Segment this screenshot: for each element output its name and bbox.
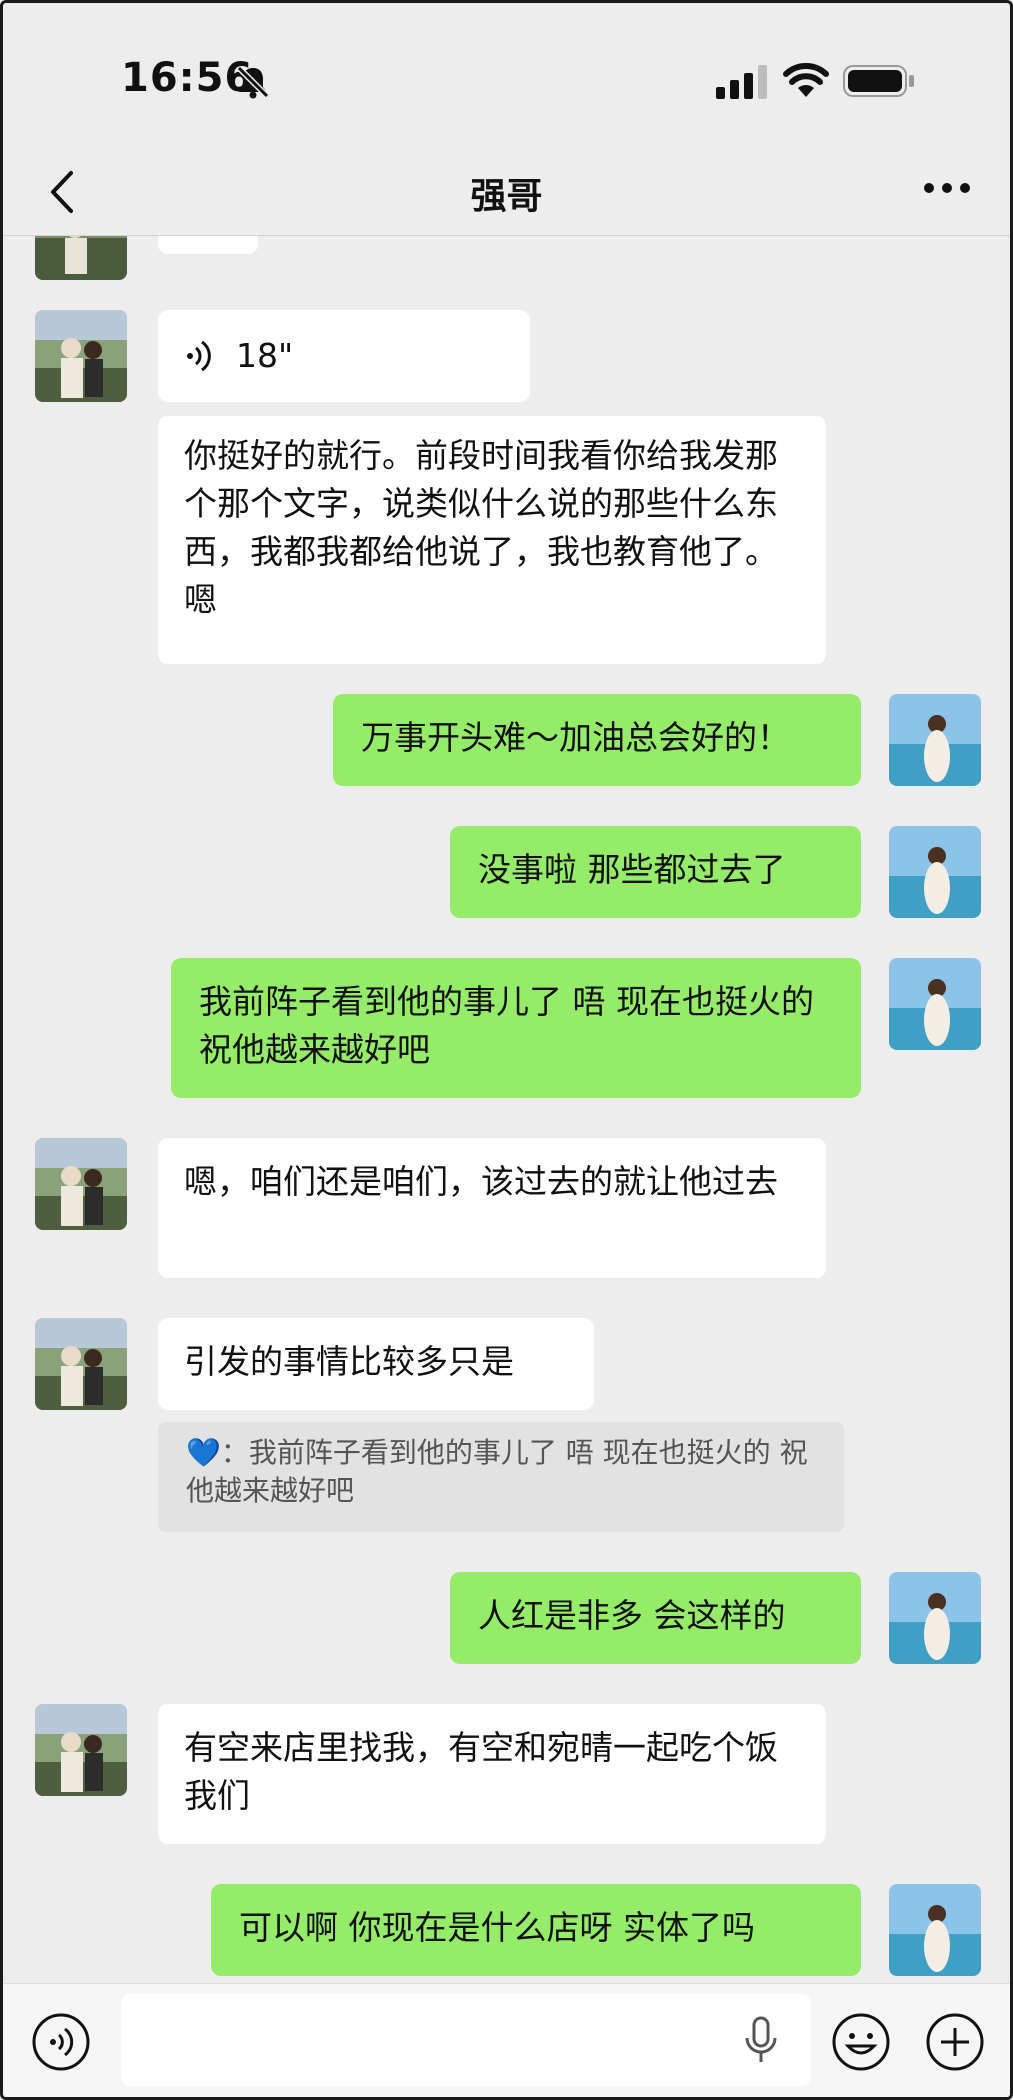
contact-avatar[interactable] [35, 1318, 127, 1410]
my-avatar[interactable] [889, 1884, 981, 1976]
status-bar: 16:56 [3, 3, 1010, 153]
my-avatar[interactable] [889, 826, 981, 918]
contact-avatar[interactable] [35, 310, 127, 402]
message-bubble[interactable]: 人红是非多 会这样的 [450, 1572, 861, 1664]
contact-avatar[interactable] [35, 1138, 127, 1230]
emoji-icon[interactable] [831, 2012, 891, 2072]
signal-icon [716, 65, 767, 99]
voice-duration: 18" [236, 336, 294, 375]
voice-input-icon[interactable] [31, 2012, 91, 2072]
voice-wave-icon [187, 340, 211, 372]
message-bubble[interactable]: 有空来店里找我，有空和宛晴一起吃个饭我们 [158, 1704, 826, 1844]
wifi-icon [783, 63, 829, 97]
chat-title: 强哥 [470, 176, 543, 217]
message-text: 引发的事情比较多只是 [184, 1342, 514, 1381]
more-icon[interactable] [921, 173, 973, 203]
message-input[interactable] [121, 1994, 811, 2086]
message-bubble[interactable]: 万事开头难～加油总会好的！ [333, 694, 861, 786]
message-list[interactable]: 18" 你挺好的就行。前段时间我看你给我发那个那个文字，说类似什么说的那些什么东… [3, 236, 1010, 1981]
status-time: 16:56 [121, 55, 254, 101]
message-bubble-partial[interactable] [158, 236, 258, 254]
my-avatar[interactable] [889, 1572, 981, 1664]
message-bubble[interactable]: 没事啦 那些都过去了 [450, 826, 861, 918]
message-text: 没事啦 那些都过去了 [478, 850, 786, 889]
my-avatar[interactable] [889, 694, 981, 786]
phone-frame: 16:56 强哥 18" 你挺好的就行。前段时间我看你给我发那个那个文字，说类似… [0, 0, 1013, 2100]
message-text: 有空来店里找我，有空和宛晴一起吃个饭我们 [184, 1728, 778, 1815]
message-text: 我前阵子看到他的事儿了 唔 现在也挺火的 祝他越来越好吧 [199, 982, 814, 1069]
battery-icon [843, 65, 914, 97]
message-bubble[interactable]: 嗯，咱们还是咱们，该过去的就让他过去 [158, 1138, 826, 1278]
message-text: 可以啊 你现在是什么店呀 实体了吗 [239, 1908, 755, 1947]
input-bar [3, 1983, 1010, 2097]
quote-sender: 💙： [186, 1436, 249, 1469]
voice-message[interactable]: 18" [158, 310, 530, 402]
message-text: 人红是非多 会这样的 [478, 1596, 786, 1635]
bell-off-icon [236, 65, 270, 99]
quoted-message[interactable]: 💙：我前阵子看到他的事儿了 唔 现在也挺火的 祝他越来越好吧 [158, 1422, 844, 1532]
contact-avatar[interactable] [35, 1704, 127, 1796]
message-bubble[interactable]: 引发的事情比较多只是 [158, 1318, 594, 1410]
mic-icon[interactable] [741, 2016, 781, 2066]
message-bubble[interactable]: 可以啊 你现在是什么店呀 实体了吗 [211, 1884, 861, 1976]
contact-avatar[interactable] [35, 236, 127, 280]
message-bubble[interactable]: 你挺好的就行。前段时间我看你给我发那个那个文字，说类似什么说的那些什么东西，我都… [158, 416, 826, 664]
message-text: 万事开头难～加油总会好的！ [361, 718, 790, 757]
message-text: 嗯，咱们还是咱们，该过去的就让他过去 [184, 1162, 778, 1201]
quote-text: 我前阵子看到他的事儿了 唔 现在也挺火的 祝他越来越好吧 [186, 1436, 808, 1507]
plus-icon[interactable] [925, 2012, 985, 2072]
my-avatar[interactable] [889, 958, 981, 1050]
message-bubble[interactable]: 我前阵子看到他的事儿了 唔 现在也挺火的 祝他越来越好吧 [171, 958, 861, 1098]
message-text: 你挺好的就行。前段时间我看你给我发那个那个文字，说类似什么说的那些什么东西，我都… [184, 436, 778, 619]
chat-header: 强哥 [3, 153, 1010, 233]
